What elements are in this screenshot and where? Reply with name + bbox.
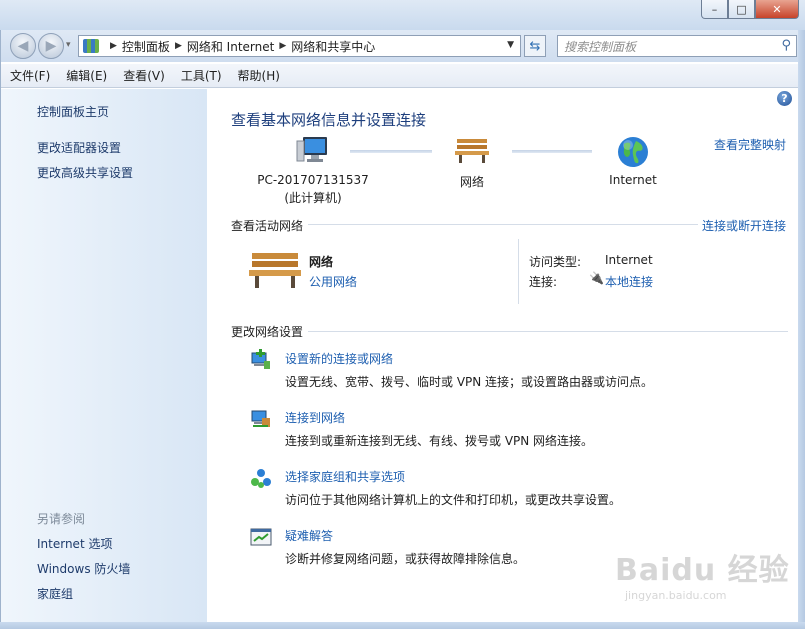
window-frame-bottom (0, 622, 805, 629)
sidebar-link-control-panel-home[interactable]: 控制面板主页 (37, 103, 109, 120)
map-internet[interactable]: Internet (592, 135, 674, 187)
connect-to-network-desc: 连接到或重新连接到无线、有线、拨号或 VPN 网络连接。 (285, 434, 594, 448)
close-button[interactable]: ✕ (755, 0, 799, 19)
forward-button[interactable]: ▶ (38, 33, 64, 59)
access-type-label: 访问类型: (529, 255, 582, 269)
sidebar-link-homegroup[interactable]: 家庭组 (37, 585, 73, 602)
homegroup-icon (251, 469, 271, 488)
connection-label: 连接: (529, 275, 558, 289)
bench-icon (249, 253, 301, 288)
internet-label: Internet (609, 173, 657, 187)
minimize-button[interactable]: – (701, 0, 728, 19)
menu-help[interactable]: 帮助(H) (238, 67, 280, 84)
sidebar-link-windows-firewall[interactable]: Windows 防火墙 (37, 560, 130, 577)
chevron-right-icon[interactable]: ▶ (279, 41, 286, 51)
section-divider (308, 331, 788, 332)
menu-tools[interactable]: 工具(T) (181, 67, 222, 84)
breadcrumb-sharing-center[interactable]: 网络和共享中心 (291, 38, 375, 55)
refresh-button[interactable]: ⇆ (524, 35, 546, 57)
computer-name: PC-201707131537 (257, 173, 369, 187)
view-full-map-link[interactable]: 查看完整映射 (714, 136, 786, 153)
window-controls: – □ ✕ (701, 0, 799, 19)
active-network-heading: 查看活动网络 (231, 219, 304, 233)
arrow-left-icon: ◀ (17, 38, 29, 54)
public-network-link[interactable]: 公用网络 (309, 273, 357, 290)
chevron-right-icon[interactable]: ▶ (175, 41, 182, 51)
sidebar-link-internet-options[interactable]: Internet 选项 (37, 535, 112, 552)
search-placeholder: 搜索控制面板 (564, 39, 637, 54)
main-content: ? 查看基本网络信息并设置连接 查看完整映射 PC-201707131537 (… (208, 89, 798, 622)
menu-bar: 文件(F) 编辑(E) 查看(V) 工具(T) 帮助(H) (0, 64, 805, 88)
change-settings-heading: 更改网络设置 (231, 325, 304, 339)
bench-icon (455, 139, 489, 163)
menu-edit[interactable]: 编辑(E) (66, 67, 107, 84)
menu-file[interactable]: 文件(F) (10, 67, 50, 84)
breadcrumb-control-panel[interactable]: 控制面板 (122, 38, 170, 55)
globe-icon (618, 137, 648, 167)
computer-icon (296, 137, 327, 162)
access-type-value: Internet (605, 253, 653, 267)
control-panel-icon (83, 39, 99, 53)
sidebar: 控制面板主页 更改适配器设置 更改高级共享设置 另请参阅 Internet 选项… (0, 89, 207, 622)
watermark-url: jingyan.baidu.com (625, 589, 727, 602)
setup-new-connection-link[interactable]: 设置新的连接或网络 (285, 350, 393, 367)
map-computer[interactable]: PC-201707131537 (此计算机) (248, 135, 378, 206)
computer-sub-label: (此计算机) (284, 191, 342, 205)
arrow-right-icon: ▶ (45, 38, 57, 54)
troubleshoot-link[interactable]: 疑难解答 (285, 527, 333, 544)
connect-disconnect-link[interactable]: 连接或断开连接 (702, 217, 786, 234)
setup-new-connection-desc: 设置无线、宽带、拨号、临时或 VPN 连接；或设置路由器或访问点。 (285, 375, 654, 389)
connection-line (350, 150, 432, 153)
window-frame-left (0, 30, 1, 629)
vertical-divider (518, 239, 519, 304)
ethernet-icon: 🔌 (589, 271, 604, 285)
sidebar-link-adapter-settings[interactable]: 更改适配器设置 (37, 139, 121, 156)
baidu-watermark: Baidu 经验 jingyan.baidu.com (615, 545, 790, 602)
connect-network-icon (251, 410, 270, 427)
window-frame-right (798, 30, 805, 629)
homegroup-sharing-desc: 访问位于其他网络计算机上的文件和打印机，或更改共享设置。 (285, 493, 622, 507)
refresh-icon: ⇆ (529, 38, 541, 54)
watermark-logo-text: Baidu 经验 (615, 553, 790, 588)
new-connection-icon (251, 349, 270, 369)
help-icon[interactable]: ? (777, 91, 792, 106)
address-bar[interactable]: ▶ 控制面板 ▶ 网络和 Internet ▶ 网络和共享中心 ▼ (78, 35, 521, 57)
connect-to-network-link[interactable]: 连接到网络 (285, 409, 345, 426)
maximize-button[interactable]: □ (728, 0, 755, 19)
sidebar-link-advanced-sharing[interactable]: 更改高级共享设置 (37, 164, 133, 181)
back-button[interactable]: ◀ (10, 33, 36, 59)
connection-line (512, 150, 592, 153)
section-divider (308, 224, 698, 225)
chevron-right-icon[interactable]: ▶ (110, 41, 117, 51)
page-title: 查看基本网络信息并设置连接 (231, 111, 427, 129)
map-network[interactable]: 网络 (432, 135, 512, 190)
see-also-heading: 另请参阅 (37, 512, 86, 526)
recent-pages-dropdown[interactable]: ▾ (66, 40, 71, 50)
search-icon[interactable]: ⚲ (781, 38, 791, 53)
title-bar: – □ ✕ (0, 0, 805, 30)
breadcrumb-network-internet[interactable]: 网络和 Internet (187, 38, 274, 55)
active-network-name: 网络 (309, 255, 334, 269)
navigation-bar: ◀ ▶ ▾ ▶ 控制面板 ▶ 网络和 Internet ▶ 网络和共享中心 ▼ … (0, 30, 805, 62)
homegroup-sharing-link[interactable]: 选择家庭组和共享选项 (285, 468, 405, 485)
troubleshoot-icon (250, 528, 272, 546)
troubleshoot-desc: 诊断并修复网络问题，或获得故障排除信息。 (285, 552, 526, 566)
network-label: 网络 (459, 175, 484, 189)
search-input[interactable]: 搜索控制面板 ⚲ (557, 35, 797, 57)
local-connection-link[interactable]: 本地连接 (605, 273, 653, 290)
chevron-down-icon[interactable]: ▼ (507, 40, 514, 50)
menu-view[interactable]: 查看(V) (123, 67, 165, 84)
